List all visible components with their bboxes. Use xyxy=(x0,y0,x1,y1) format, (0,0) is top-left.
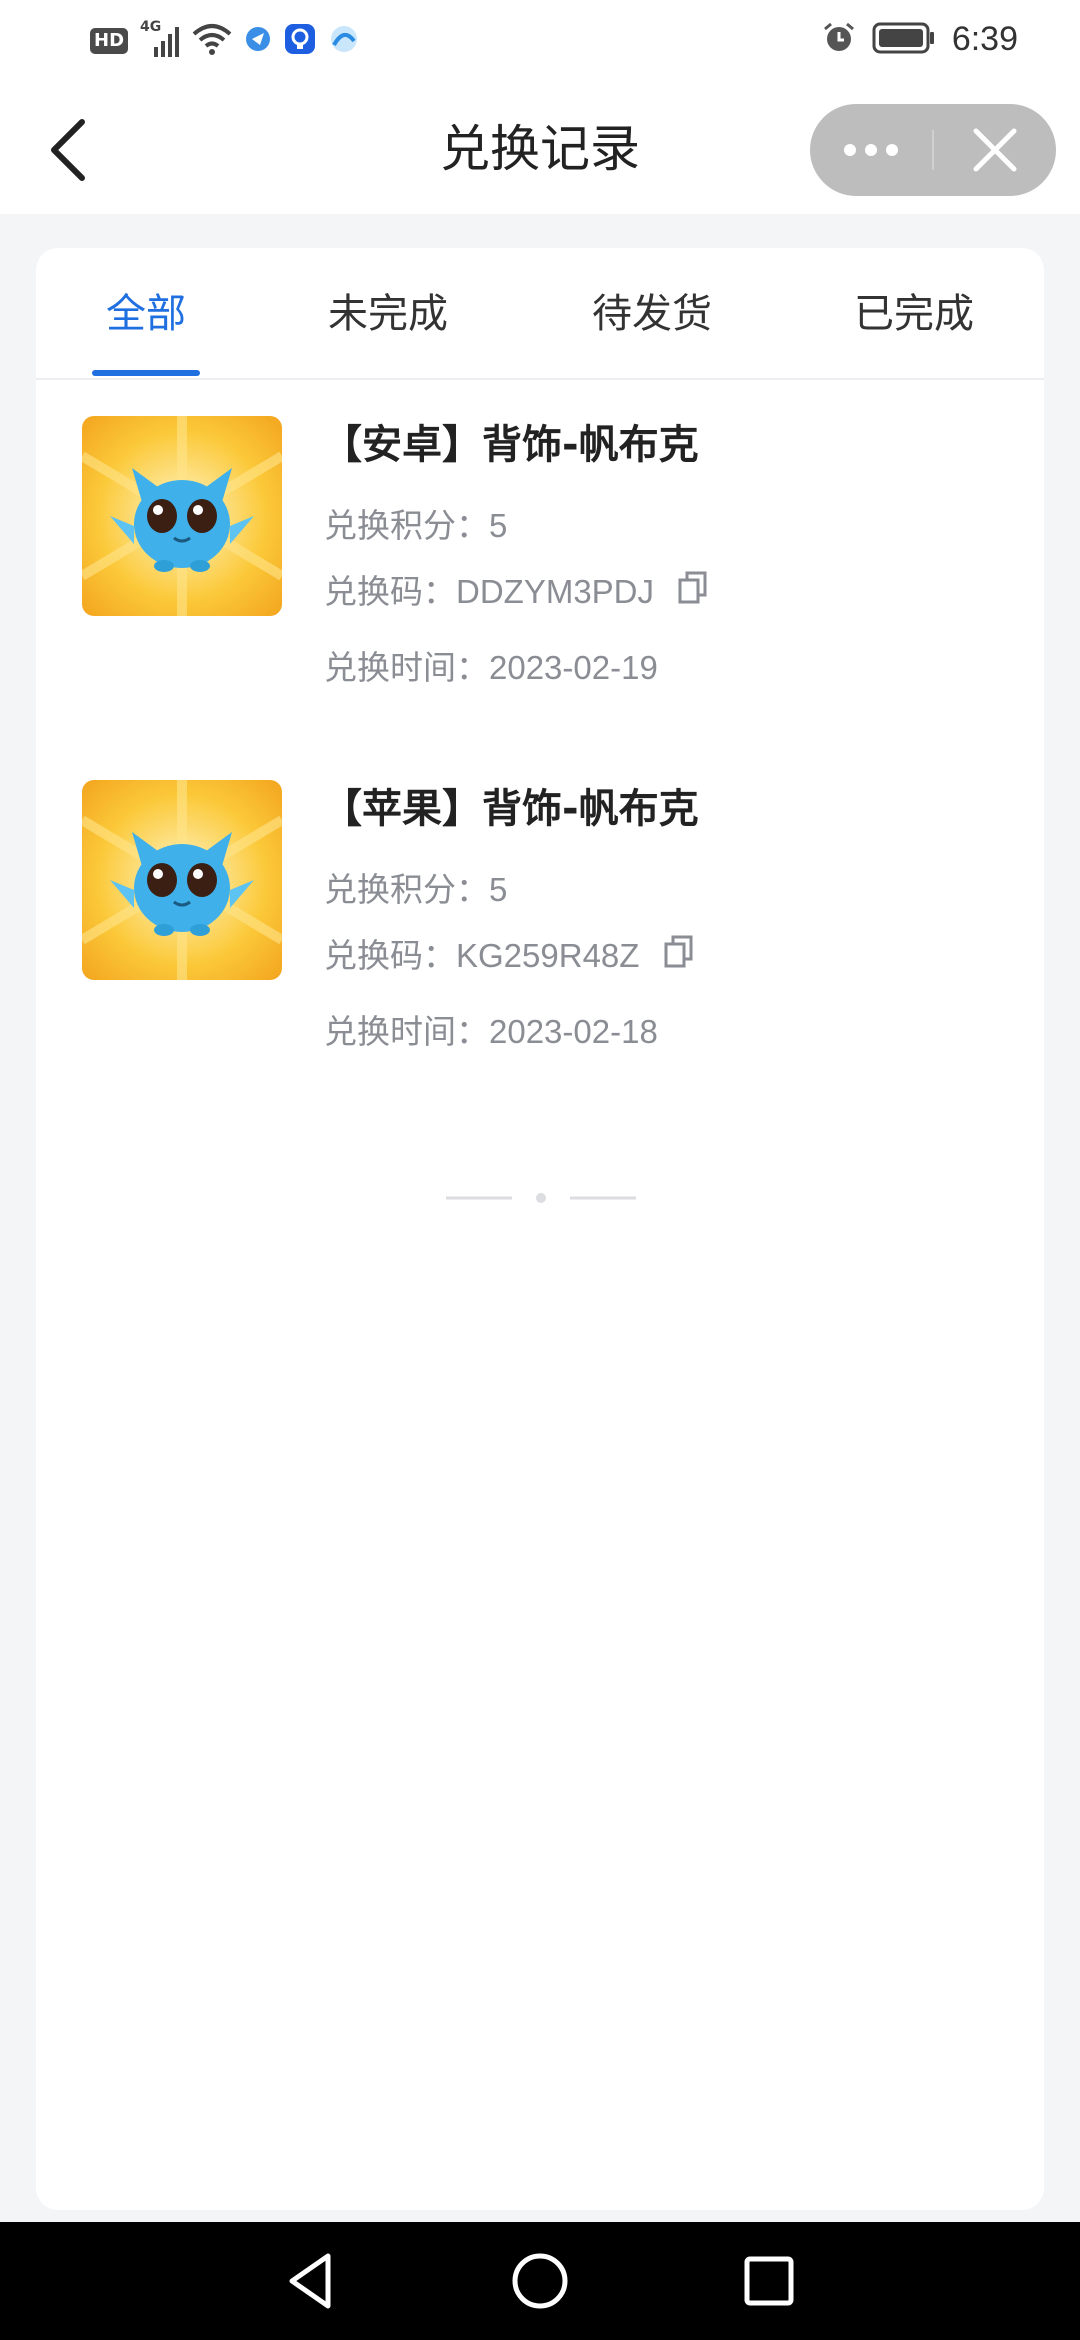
records-card: 全部 未完成 待发货 已完成 【安卓】背饰-帆布克 兑换积分：5 兑换码：DDZ… xyxy=(36,248,1044,2210)
status-left: HD 4G xyxy=(90,19,360,60)
points-row: 兑换积分：5 xyxy=(324,866,507,914)
item-thumbnail xyxy=(82,416,282,616)
item-title: 【苹果】背饰-帆布克 xyxy=(322,786,699,832)
app-header: 兑换记录 xyxy=(0,84,1080,214)
network-type: 4G xyxy=(140,19,162,35)
mini-program-capsule xyxy=(810,104,1056,196)
app-notification-icon xyxy=(328,23,360,59)
more-dots-icon xyxy=(844,144,898,156)
battery-icon xyxy=(872,21,936,59)
code-label: 兑换码： xyxy=(324,936,456,975)
copy-icon[interactable] xyxy=(663,934,695,983)
time-row: 兑换时间：2023-02-18 xyxy=(324,1008,658,1056)
recents-square-icon xyxy=(744,2256,794,2306)
time-label: 兑换时间： xyxy=(324,1012,489,1051)
tab-completed[interactable]: 已完成 xyxy=(854,286,974,342)
close-icon xyxy=(973,128,1017,172)
status-right: 6:39 xyxy=(822,20,1018,59)
time-label: 兑换时间： xyxy=(324,648,489,687)
home-circle-icon xyxy=(512,2253,568,2309)
code-value: KG259R48Z xyxy=(456,937,640,974)
nav-recents-button[interactable] xyxy=(736,2248,802,2314)
code-value: DDZYM3PDJ xyxy=(456,573,655,610)
active-tab-indicator xyxy=(92,370,200,376)
code-label: 兑换码： xyxy=(324,572,456,611)
time-value: 2023-02-18 xyxy=(489,1013,658,1050)
more-button[interactable] xyxy=(810,104,932,196)
points-row: 兑换积分：5 xyxy=(324,502,507,550)
code-row: 兑换码：DDZYM3PDJ xyxy=(324,568,709,619)
hd-icon: HD xyxy=(90,28,129,54)
time-row: 兑换时间：2023-02-19 xyxy=(324,644,658,692)
back-triangle-icon xyxy=(289,2253,331,2309)
wifi-icon xyxy=(192,22,232,60)
status-time: 6:39 xyxy=(951,20,1018,58)
tab-to-ship[interactable]: 待发货 xyxy=(592,286,712,342)
tab-incomplete[interactable]: 未完成 xyxy=(328,286,448,342)
end-of-list-divider xyxy=(446,1188,636,1208)
item-thumbnail xyxy=(82,780,282,980)
points-value: 5 xyxy=(489,507,508,544)
code-row: 兑换码：KG259R48Z xyxy=(324,932,695,983)
close-button[interactable] xyxy=(934,104,1056,196)
app-notification-icon xyxy=(284,23,316,59)
list-item[interactable]: 【苹果】背饰-帆布克 兑换积分：5 兑换码：KG259R48Z 兑换时间：202… xyxy=(36,780,1044,1080)
copy-icon[interactable] xyxy=(677,570,709,619)
points-label: 兑换积分： xyxy=(324,506,489,545)
tab-bar: 全部 未完成 待发货 已完成 xyxy=(36,248,1044,380)
nav-back-button[interactable] xyxy=(278,2248,344,2314)
list-item[interactable]: 【安卓】背饰-帆布克 兑换积分：5 兑换码：DDZYM3PDJ 兑换时间：202… xyxy=(36,416,1044,716)
item-title: 【安卓】背饰-帆布克 xyxy=(322,422,699,468)
system-nav-bar xyxy=(0,2222,1080,2340)
points-value: 5 xyxy=(489,871,508,908)
points-label: 兑换积分： xyxy=(324,870,489,909)
time-value: 2023-02-19 xyxy=(489,649,658,686)
status-bar: HD 4G 6:39 xyxy=(0,0,1080,84)
signal-icon: 4G xyxy=(140,19,180,59)
app-notification-icon xyxy=(244,25,272,57)
nav-home-button[interactable] xyxy=(507,2248,573,2314)
alarm-icon xyxy=(822,21,856,59)
tab-all[interactable]: 全部 xyxy=(106,286,186,342)
